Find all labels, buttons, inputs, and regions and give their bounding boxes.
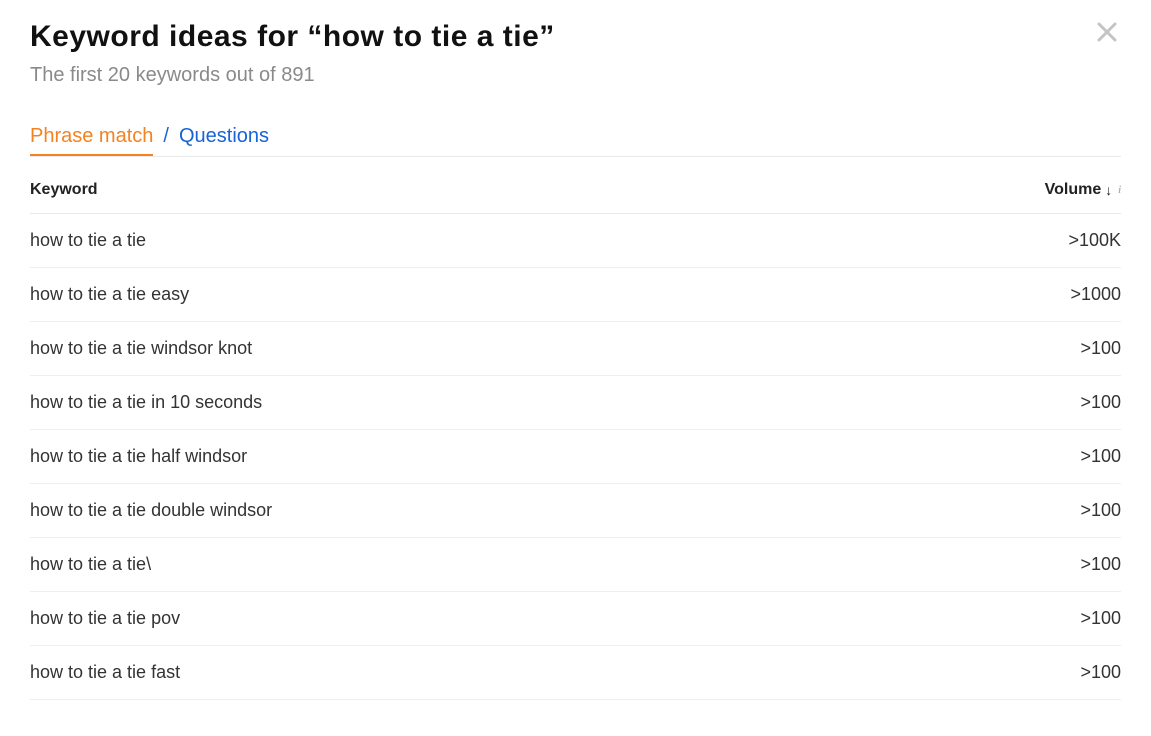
close-icon xyxy=(1096,21,1118,43)
column-header-keyword[interactable]: Keyword xyxy=(30,157,859,214)
keyword-cell: how to tie a tie double windsor xyxy=(30,484,859,538)
info-icon[interactable]: i xyxy=(1116,185,1121,196)
keyword-cell: how to tie a tie half windsor xyxy=(30,430,859,484)
table-row[interactable]: how to tie a tie double windsor>100 xyxy=(30,484,1121,538)
keyword-cell: how to tie a tie easy xyxy=(30,268,859,322)
close-button[interactable] xyxy=(1093,18,1121,46)
keyword-cell: how to tie a tie xyxy=(30,214,859,268)
page-title: Keyword ideas for “how to tie a tie” xyxy=(30,20,1121,54)
volume-cell: >100 xyxy=(859,646,1121,700)
volume-cell: >100 xyxy=(859,376,1121,430)
table-row[interactable]: how to tie a tie\>100 xyxy=(30,538,1121,592)
keyword-cell: how to tie a tie\ xyxy=(30,538,859,592)
table-row[interactable]: how to tie a tie easy>1000 xyxy=(30,268,1121,322)
table-row[interactable]: how to tie a tie>100K xyxy=(30,214,1121,268)
keyword-table: Keyword Volume ↓ i how to tie a tie>100K… xyxy=(30,157,1121,700)
volume-cell: >100 xyxy=(859,592,1121,646)
tabs: Phrase match / Questions xyxy=(30,125,1121,156)
table-row[interactable]: how to tie a tie in 10 seconds>100 xyxy=(30,376,1121,430)
volume-cell: >100 xyxy=(859,538,1121,592)
sort-desc-icon: ↓ xyxy=(1105,183,1112,197)
keyword-cell: how to tie a tie pov xyxy=(30,592,859,646)
volume-cell: >100 xyxy=(859,430,1121,484)
tab-phrase-match[interactable]: Phrase match xyxy=(30,125,153,156)
tab-questions[interactable]: Questions xyxy=(179,125,269,148)
table-row[interactable]: how to tie a tie fast>100 xyxy=(30,646,1121,700)
page-subtitle: The first 20 keywords out of 891 xyxy=(30,64,1121,87)
keyword-cell: how to tie a tie fast xyxy=(30,646,859,700)
table-row[interactable]: how to tie a tie pov>100 xyxy=(30,592,1121,646)
table-row[interactable]: how to tie a tie half windsor>100 xyxy=(30,430,1121,484)
column-header-volume-label: Volume xyxy=(1045,181,1102,199)
volume-cell: >100 xyxy=(859,322,1121,376)
title-query: “how to tie a tie” xyxy=(307,20,554,53)
column-header-volume[interactable]: Volume ↓ i xyxy=(859,157,1121,214)
volume-cell: >100K xyxy=(859,214,1121,268)
table-row[interactable]: how to tie a tie windsor knot>100 xyxy=(30,322,1121,376)
keyword-cell: how to tie a tie in 10 seconds xyxy=(30,376,859,430)
volume-cell: >100 xyxy=(859,484,1121,538)
keyword-cell: how to tie a tie windsor knot xyxy=(30,322,859,376)
title-prefix: Keyword ideas for xyxy=(30,20,307,53)
volume-cell: >1000 xyxy=(859,268,1121,322)
tab-separator: / xyxy=(163,125,169,148)
